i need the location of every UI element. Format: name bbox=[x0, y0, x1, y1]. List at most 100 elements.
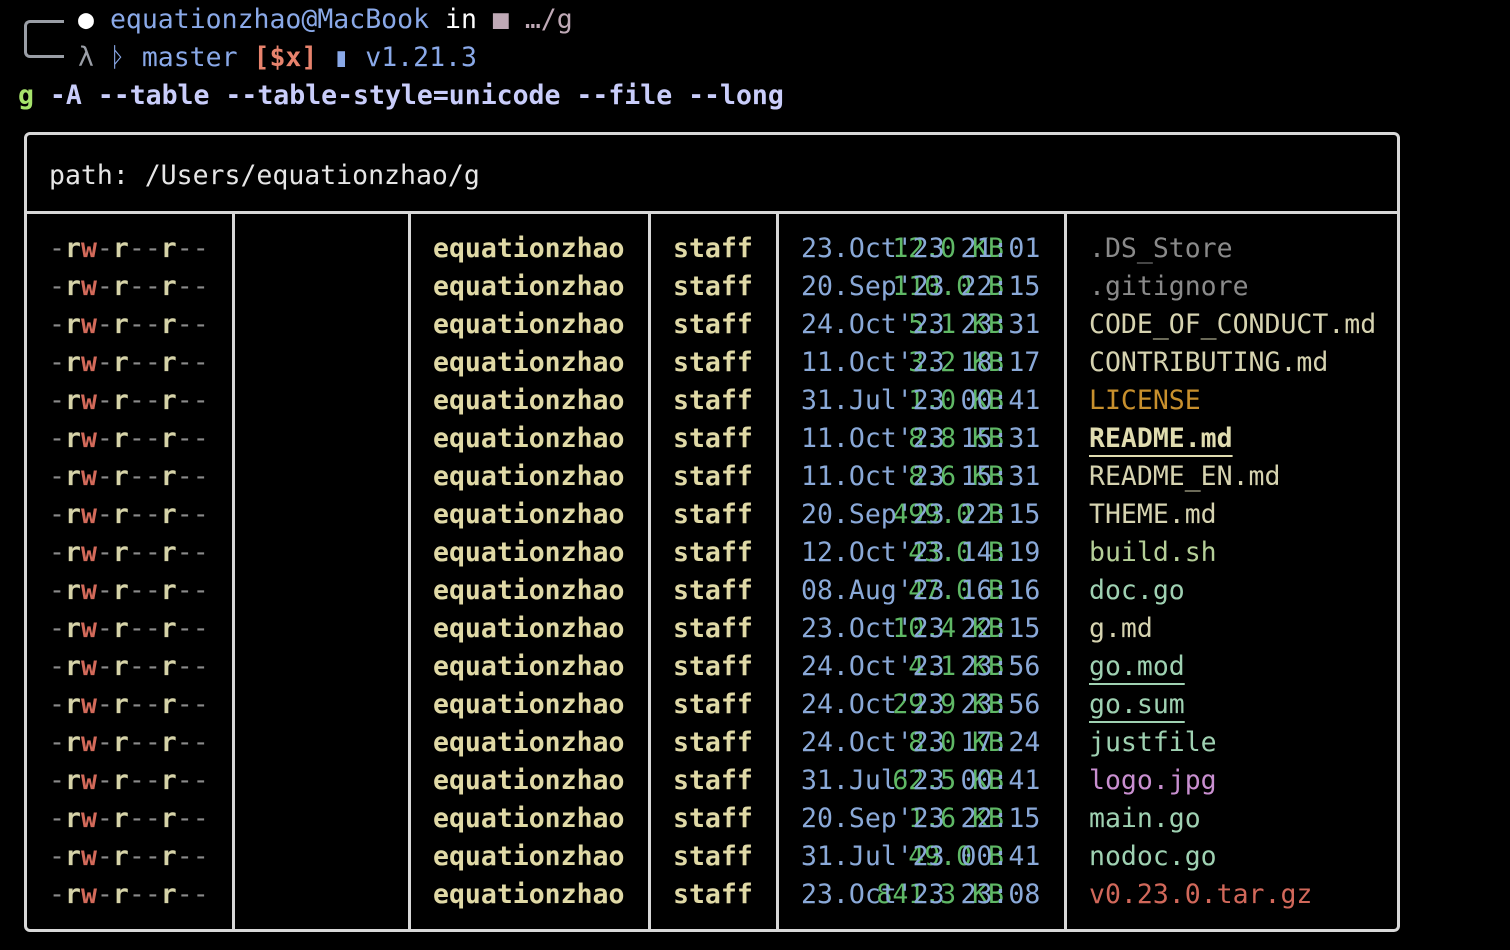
table-row[interactable]: -rw-r--r-- 110.0 Bequationzhao staff 20.Sep… bbox=[27, 268, 1397, 306]
table-row[interactable]: -rw-r--r-- 8.8 KB equationzhao staff 11.Oct'… bbox=[27, 420, 1397, 458]
modified-time: 11.Oct'23 18:17 bbox=[801, 347, 1041, 378]
modified-time: 24.Oct'23 23:31 bbox=[801, 309, 1041, 340]
owner: equationzhao bbox=[433, 689, 625, 720]
table-row[interactable]: -rw-r--r-- 1.6 KB equationzhao staff 20.Sep'… bbox=[27, 800, 1397, 838]
file-name[interactable]: .gitignore bbox=[1089, 268, 1249, 306]
git-status: [$x] bbox=[253, 42, 318, 73]
file-name[interactable]: doc.go bbox=[1089, 572, 1185, 610]
table-row[interactable]: -rw-r--r-- 841.3 KB equationzhao staff 23.Oc… bbox=[27, 876, 1397, 914]
group: staff bbox=[673, 689, 753, 720]
group: staff bbox=[673, 423, 753, 454]
group: staff bbox=[673, 385, 753, 416]
owner: equationzhao bbox=[433, 765, 625, 796]
permissions: -rw-r--r-- bbox=[49, 385, 209, 416]
owner: equationzhao bbox=[433, 613, 625, 644]
command-line[interactable]: g -A --table --table-style=unicode --fil… bbox=[18, 77, 784, 115]
table-row[interactable]: -rw-r--r-- 5.1 KB equationzhao staff 24.Oct'… bbox=[27, 306, 1397, 344]
owner: equationzhao bbox=[433, 575, 625, 606]
permissions: -rw-r--r-- bbox=[49, 841, 209, 872]
file-name[interactable]: main.go bbox=[1089, 800, 1201, 838]
owner: equationzhao bbox=[433, 727, 625, 758]
group: staff bbox=[673, 271, 753, 302]
group: staff bbox=[673, 613, 753, 644]
modified-time: 24.Oct'23 23:56 bbox=[801, 689, 1041, 720]
table-row[interactable]: -rw-r--r-- 12.0 KB equationzhao staff 23.Oct… bbox=[27, 230, 1397, 268]
permissions: -rw-r--r-- bbox=[49, 271, 209, 302]
group: staff bbox=[673, 233, 753, 264]
owner: equationzhao bbox=[433, 461, 625, 492]
file-name[interactable]: .DS_Store bbox=[1089, 230, 1233, 268]
file-name[interactable]: README.md bbox=[1089, 420, 1233, 458]
file-name[interactable]: CONTRIBUTING.md bbox=[1089, 344, 1328, 382]
table-row[interactable]: -rw-r--r-- 499.0 Bequationzhao staff 20.Sep… bbox=[27, 496, 1397, 534]
file-name[interactable]: THEME.md bbox=[1089, 496, 1217, 534]
modified-time: 24.Oct'23 17:24 bbox=[801, 727, 1041, 758]
table-row[interactable]: -rw-r--r-- 47.0 Bequationzhao staff 08.Aug'… bbox=[27, 572, 1397, 610]
permissions: -rw-r--r-- bbox=[49, 461, 209, 492]
prompt-line-1: ● equationzhao@MacBook in ■ …/g bbox=[78, 1, 573, 39]
git-branch: master bbox=[141, 42, 238, 73]
owner: equationzhao bbox=[433, 423, 625, 454]
table-row[interactable]: -rw-r--r-- 3.2 KB equationzhao staff 11.Oct'… bbox=[27, 344, 1397, 382]
file-table: path: /Users/equationzhao/g -rw-r--r-- 12… bbox=[24, 132, 1400, 932]
permissions: -rw-r--r-- bbox=[49, 537, 209, 568]
group: staff bbox=[673, 499, 753, 530]
file-name[interactable]: logo.jpg bbox=[1089, 762, 1217, 800]
group: staff bbox=[673, 461, 753, 492]
permissions: -rw-r--r-- bbox=[49, 499, 209, 530]
table-row[interactable]: -rw-r--r-- 8.0 KB equationzhao staff 24.Oct'… bbox=[27, 724, 1397, 762]
file-name[interactable]: CODE_OF_CONDUCT.md bbox=[1089, 306, 1376, 344]
group: staff bbox=[673, 651, 753, 682]
file-name[interactable]: go.mod bbox=[1089, 648, 1185, 686]
owner: equationzhao bbox=[433, 385, 625, 416]
apple-icon: ● bbox=[78, 4, 94, 35]
permissions: -rw-r--r-- bbox=[49, 689, 209, 720]
modified-time: 23.Oct'23 21:01 bbox=[801, 233, 1041, 264]
file-name[interactable]: build.sh bbox=[1089, 534, 1217, 572]
file-name[interactable]: go.sum bbox=[1089, 686, 1185, 724]
command-name: g bbox=[18, 80, 34, 111]
modified-time: 31.Jul'23 00:41 bbox=[801, 385, 1041, 416]
modified-time: 20.Sep'23 22:15 bbox=[801, 499, 1041, 530]
permissions: -rw-r--r-- bbox=[49, 233, 209, 264]
table-row[interactable]: -rw-r--r-- 29.9 KB equationzhao staff 24.Oct… bbox=[27, 686, 1397, 724]
modified-time: 11.Oct'23 15:31 bbox=[801, 423, 1041, 454]
file-name[interactable]: g.md bbox=[1089, 610, 1153, 648]
table-header: path: /Users/equationzhao/g bbox=[27, 135, 1397, 214]
owner: equationzhao bbox=[433, 233, 625, 264]
file-name[interactable]: justfile bbox=[1089, 724, 1217, 762]
file-name[interactable]: LICENSE bbox=[1089, 382, 1201, 420]
file-name[interactable]: README_EN.md bbox=[1089, 458, 1280, 496]
group: staff bbox=[673, 727, 753, 758]
table-row[interactable]: -rw-r--r-- 49.0 Bequationzhao staff 31.Jul'… bbox=[27, 838, 1397, 876]
table-row[interactable]: -rw-r--r-- 4.1 KB equationzhao staff 24.Oct'… bbox=[27, 648, 1397, 686]
permissions: -rw-r--r-- bbox=[49, 347, 209, 378]
modified-time: 12.Oct'23 14:19 bbox=[801, 537, 1041, 568]
table-row[interactable]: -rw-r--r-- 62.5 KB equationzhao staff 31.Jul… bbox=[27, 762, 1397, 800]
table-row[interactable]: -rw-r--r-- 10.4 KB equationzhao staff 23.Oct… bbox=[27, 610, 1397, 648]
folder-icon: ■ bbox=[492, 4, 509, 35]
prompt-line-2: λ ᚦ master [$x] ▮ v1.21.3 bbox=[78, 39, 477, 77]
permissions: -rw-r--r-- bbox=[49, 613, 209, 644]
group: staff bbox=[673, 841, 753, 872]
permissions: -rw-r--r-- bbox=[49, 803, 209, 834]
group: staff bbox=[673, 347, 753, 378]
modified-time: 23.Oct'23 22:15 bbox=[801, 613, 1041, 644]
cwd: …/g bbox=[524, 4, 573, 35]
table-row[interactable]: -rw-r--r-- 1.0 KB equationzhao staff 31.Jul'… bbox=[27, 382, 1397, 420]
table-row[interactable]: -rw-r--r-- 8.6 KB equationzhao staff 11.Oct'… bbox=[27, 458, 1397, 496]
modified-time: 31.Jul'23 00:41 bbox=[801, 765, 1041, 796]
go-version: v1.21.3 bbox=[365, 42, 477, 73]
owner: equationzhao bbox=[433, 841, 625, 872]
owner: equationzhao bbox=[433, 309, 625, 340]
permissions: -rw-r--r-- bbox=[49, 879, 209, 910]
permissions: -rw-r--r-- bbox=[49, 575, 209, 606]
file-name[interactable]: v0.23.0.tar.gz bbox=[1089, 876, 1312, 914]
group: staff bbox=[673, 537, 753, 568]
path-label: path: /Users/equationzhao/g bbox=[49, 160, 480, 191]
modified-time: 08.Aug'23 16:16 bbox=[801, 575, 1041, 606]
file-name[interactable]: nodoc.go bbox=[1089, 838, 1217, 876]
table-row[interactable]: -rw-r--r-- 43.0 Bequationzhao staff 12.Oct'… bbox=[27, 534, 1397, 572]
user-host: equationzhao@MacBook bbox=[109, 4, 430, 35]
owner: equationzhao bbox=[433, 271, 625, 302]
